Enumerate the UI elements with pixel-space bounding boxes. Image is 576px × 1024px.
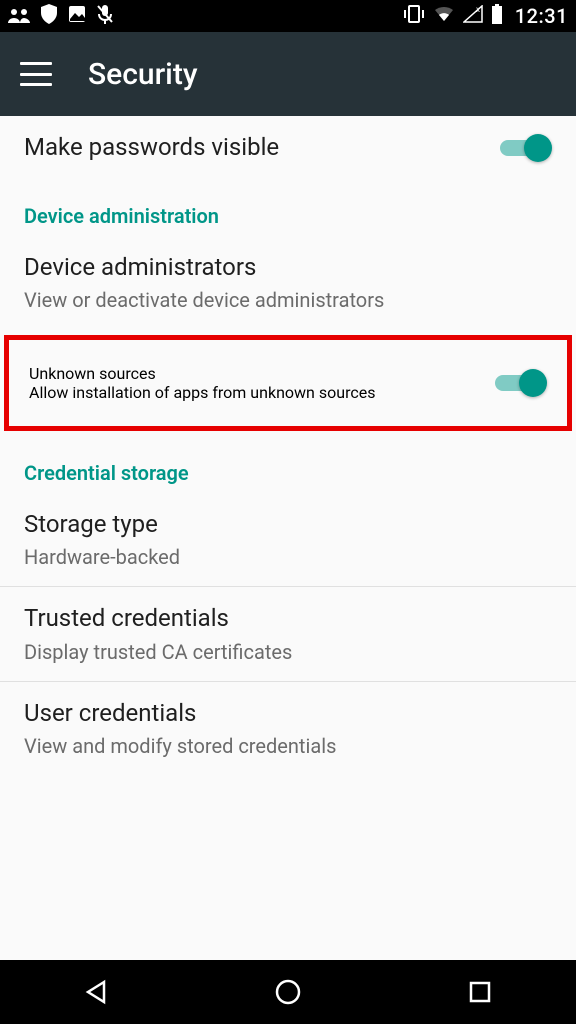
row-title: Device administrators [24,252,552,283]
mic-off-icon [96,4,114,29]
image-icon [68,4,86,28]
wifi-icon [433,4,455,28]
row-subtitle: Hardware-backed [24,544,552,570]
back-button[interactable] [36,968,156,1016]
row-title: Storage type [24,509,552,540]
user-credentials-row[interactable]: User credentials View and modify stored … [0,682,576,775]
menu-icon[interactable] [20,62,52,86]
battery-icon [491,4,503,29]
signal-icon: x [463,4,483,28]
shield-icon [40,4,58,29]
row-title: Unknown sources [29,364,479,383]
passwords-visible-toggle[interactable] [500,132,552,164]
page-title: Security [88,57,198,92]
recent-apps-button[interactable] [420,968,540,1016]
row-subtitle: View or deactivate device administrators [24,287,552,313]
unknown-sources-highlight: Unknown sources Allow installation of ap… [4,335,572,431]
status-bar: x 12:31 [0,0,576,32]
device-administrators-row[interactable]: Device administrators View or deactivate… [0,236,576,329]
row-subtitle: View and modify stored credentials [24,733,552,759]
storage-type-row[interactable]: Storage type Hardware-backed [0,493,576,586]
home-button[interactable] [228,968,348,1016]
clock: 12:31 [515,4,568,28]
row-subtitle: Display trusted CA certificates [24,639,552,665]
section-credential-storage: Credential storage [0,437,576,493]
trusted-credentials-row[interactable]: Trusted credentials Display trusted CA c… [0,587,576,680]
svg-text:x: x [476,5,480,14]
vibrate-icon [403,4,425,28]
row-title: Trusted credentials [24,603,552,634]
unknown-sources-toggle[interactable] [495,367,547,399]
section-device-administration: Device administration [0,180,576,236]
navigation-bar [0,960,576,1024]
row-title: User credentials [24,698,552,729]
app-bar: Security [0,32,576,116]
unknown-sources-row[interactable]: Unknown sources Allow installation of ap… [29,364,495,402]
people-icon [8,4,30,28]
make-passwords-visible-row[interactable]: Make passwords visible [0,116,576,180]
row-subtitle: Allow installation of apps from unknown … [29,383,479,402]
settings-list: Make passwords visible Device administra… [0,116,576,775]
row-title: Make passwords visible [24,132,484,163]
